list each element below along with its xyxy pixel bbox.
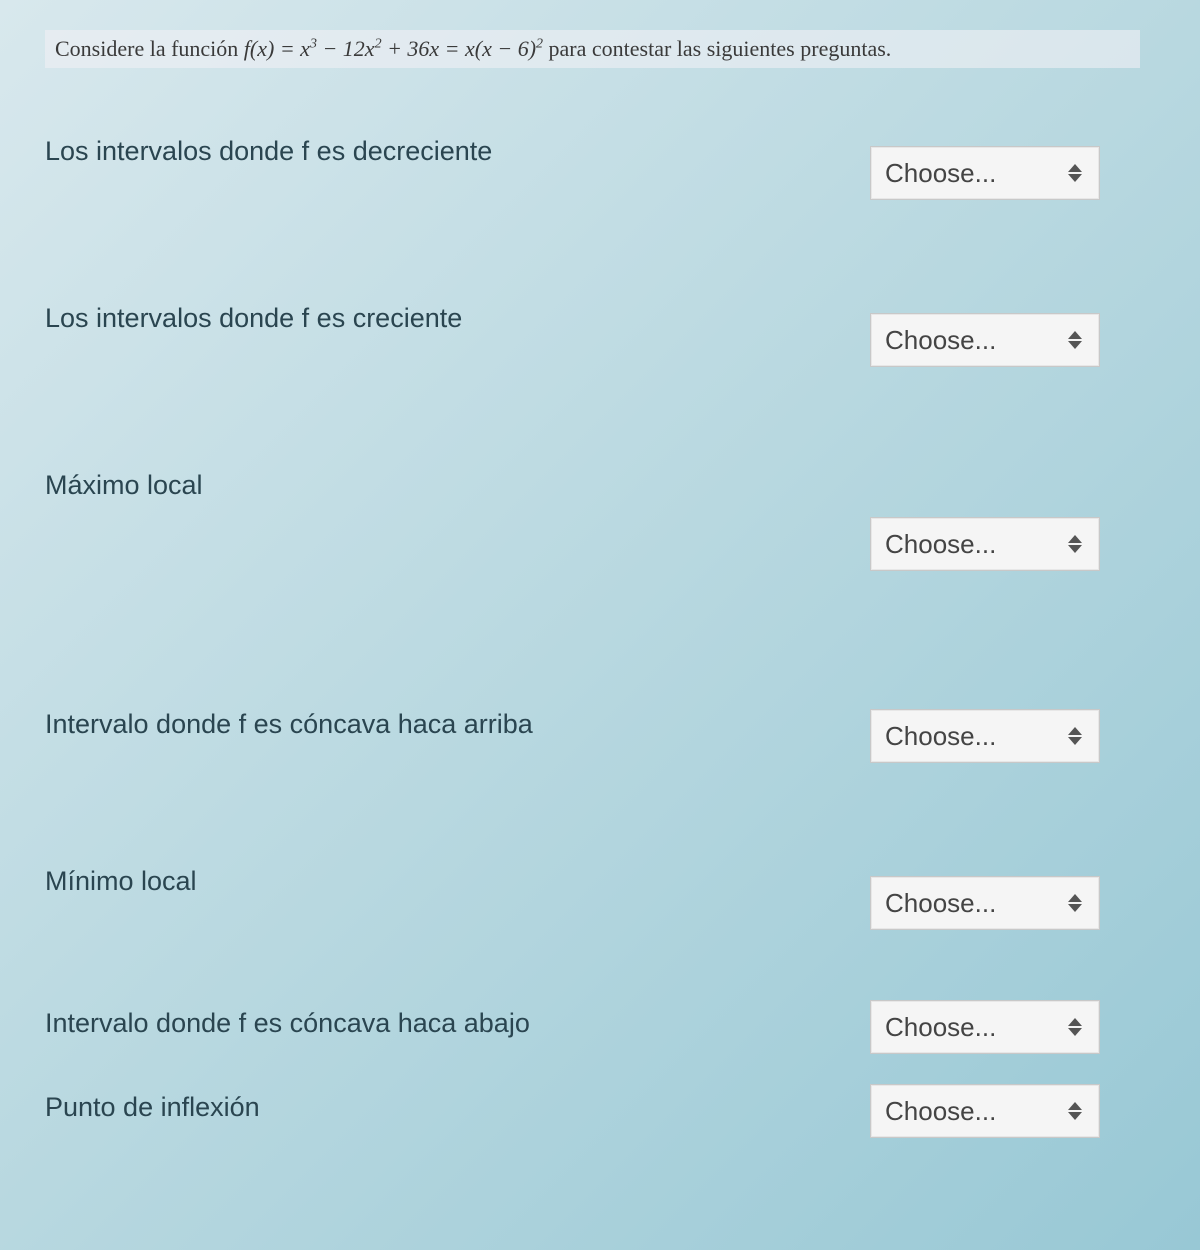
dropdown-cell: Choose... — [870, 701, 1140, 763]
question-label: Máximo local — [45, 462, 870, 501]
question-row-concava-abajo: Intervalo donde f es cóncava haca abajo … — [45, 1000, 1140, 1054]
question-row-minimo: Mínimo local Choose... — [45, 858, 1140, 930]
dropdown-decreciente[interactable]: Choose... — [870, 146, 1100, 200]
dropdown-text: Choose... — [885, 888, 1065, 919]
dropdown-concava-abajo[interactable]: Choose... — [870, 1000, 1100, 1054]
updown-icon — [1065, 326, 1085, 354]
dropdown-text: Choose... — [885, 1012, 1065, 1043]
updown-icon — [1065, 530, 1085, 558]
question-label: Intervalo donde f es cóncava haca arriba — [45, 701, 870, 740]
instruction-prefix: Considere la función — [55, 36, 244, 61]
question-label: Intervalo donde f es cóncava haca abajo — [45, 1000, 870, 1039]
dropdown-minimo[interactable]: Choose... — [870, 876, 1100, 930]
updown-icon — [1065, 722, 1085, 750]
question-list: Los intervalos donde f es decreciente Ch… — [45, 128, 1140, 1138]
dropdown-text: Choose... — [885, 721, 1065, 752]
question-row-concava-arriba: Intervalo donde f es cóncava haca arriba… — [45, 701, 1140, 763]
question-label: Los intervalos donde f es decreciente — [45, 128, 870, 167]
question-label: Los intervalos donde f es creciente — [45, 295, 870, 334]
updown-icon — [1065, 889, 1085, 917]
question-row-creciente: Los intervalos donde f es creciente Choo… — [45, 295, 1140, 367]
dropdown-maximo[interactable]: Choose... — [870, 517, 1100, 571]
instruction-suffix: para contestar las siguientes preguntas. — [543, 36, 891, 61]
question-label: Punto de inflexión — [45, 1084, 870, 1123]
dropdown-cell: Choose... — [870, 295, 1140, 367]
updown-icon — [1065, 1097, 1085, 1125]
dropdown-cell: Choose... — [870, 128, 1140, 200]
dropdown-text: Choose... — [885, 325, 1065, 356]
dropdown-text: Choose... — [885, 158, 1065, 189]
dropdown-cell: Choose... — [870, 1084, 1140, 1138]
updown-icon — [1065, 1013, 1085, 1041]
dropdown-creciente[interactable]: Choose... — [870, 313, 1100, 367]
dropdown-inflexion[interactable]: Choose... — [870, 1084, 1100, 1138]
dropdown-cell: Choose... — [870, 858, 1140, 930]
dropdown-concava-arriba[interactable]: Choose... — [870, 709, 1100, 763]
question-row-decreciente: Los intervalos donde f es decreciente Ch… — [45, 128, 1140, 200]
question-row-maximo: Máximo local Choose... — [45, 462, 1140, 571]
question-label: Mínimo local — [45, 858, 870, 897]
quiz-content: Considere la función f(x) = x3 − 12x2 + … — [0, 0, 1200, 1168]
dropdown-text: Choose... — [885, 1096, 1065, 1127]
dropdown-cell: Choose... — [870, 462, 1140, 571]
dropdown-cell: Choose... — [870, 1000, 1140, 1054]
instruction-function: f(x) = x3 − 12x2 + 36x = x(x − 6)2 — [244, 36, 543, 61]
dropdown-text: Choose... — [885, 529, 1065, 560]
updown-icon — [1065, 159, 1085, 187]
question-row-inflexion: Punto de inflexión Choose... — [45, 1084, 1140, 1138]
instruction-bar: Considere la función f(x) = x3 − 12x2 + … — [45, 30, 1140, 68]
